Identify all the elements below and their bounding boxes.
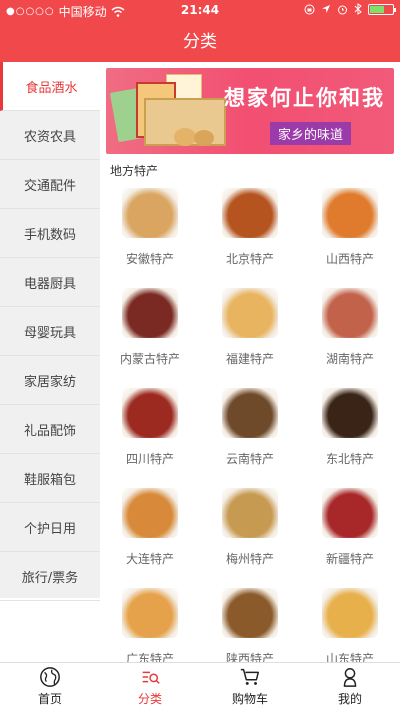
product-image xyxy=(122,388,178,438)
status-bar: ●○○○○ 中国移动 21:44 xyxy=(0,0,400,22)
sidebar-item[interactable]: 旅行/票务 xyxy=(0,552,100,601)
tab-label: 分类 xyxy=(137,692,162,706)
product-label: 新疆特产 xyxy=(325,552,374,566)
tab-label: 我的 xyxy=(337,692,362,706)
product-image xyxy=(222,388,278,438)
rotation-lock-icon xyxy=(304,4,315,14)
promo-banner[interactable]: 想家何止你和我 家乡的味道 xyxy=(106,68,394,154)
product-label: 山西特产 xyxy=(325,252,374,266)
product-tile[interactable]: 山东特产 xyxy=(300,580,400,662)
product-image xyxy=(322,488,378,538)
product-tile[interactable]: 福建特产 xyxy=(200,280,300,380)
product-image xyxy=(322,188,378,238)
product-tile[interactable]: 四川特产 xyxy=(100,380,200,480)
sidebar-item[interactable]: 家居家纺 xyxy=(0,356,100,405)
banner-pastry-image xyxy=(194,130,214,146)
sidebar-item[interactable]: 电器厨具 xyxy=(0,258,100,307)
product-label: 陕西特产 xyxy=(225,652,274,662)
product-image xyxy=(222,488,278,538)
tab-cart[interactable]: 购物车 xyxy=(200,663,300,710)
section-title: 地方特产 xyxy=(110,164,159,178)
product-image xyxy=(122,188,178,238)
banner-tag: 家乡的味道 xyxy=(270,122,352,145)
product-label: 广东特产 xyxy=(125,652,174,662)
product-tile[interactable]: 梅州特产 xyxy=(200,480,300,580)
product-label: 四川特产 xyxy=(125,452,174,466)
category-content: 想家何止你和我 家乡的味道 地方特产 安徽特产 北京特产 山西特产内蒙古特产 福建特产… xyxy=(100,62,400,662)
product-label: 内蒙古特产 xyxy=(119,352,180,366)
sidebar-item[interactable]: 农资农具 xyxy=(0,111,100,160)
product-label: 北京特产 xyxy=(225,252,274,266)
sidebar-item[interactable]: 母婴玩具 xyxy=(0,307,100,356)
sidebar-item[interactable]: 食品酒水 xyxy=(0,62,100,111)
product-tile[interactable]: 广东特产 xyxy=(100,580,200,662)
product-tile[interactable]: 安徽特产 xyxy=(100,180,200,280)
cart-icon xyxy=(240,668,259,685)
tab-category[interactable]: 分类 xyxy=(100,663,200,710)
category-search-icon xyxy=(142,671,160,684)
alarm-icon xyxy=(338,5,347,14)
product-image xyxy=(122,588,178,638)
person-icon xyxy=(343,668,357,687)
category-sidebar: 食品酒水 农资农具 交通配件 手机数码 电器厨具 母婴玩具 家居家纺 礼品配饰 鞋服箱包 个护日用… xyxy=(0,62,100,601)
banner-pastry-image xyxy=(174,128,196,146)
product-image xyxy=(322,288,378,338)
product-image xyxy=(122,488,178,538)
product-label: 安徽特产 xyxy=(125,252,174,266)
product-label: 山东特产 xyxy=(325,652,374,662)
product-image xyxy=(222,188,278,238)
product-tile[interactable]: 新疆特产 xyxy=(300,480,400,580)
product-tile[interactable]: 湖南特产 xyxy=(300,280,400,380)
battery-icon xyxy=(368,3,396,15)
sidebar-item[interactable]: 交通配件 xyxy=(0,160,100,209)
product-tile[interactable]: 内蒙古特产 xyxy=(100,280,200,380)
tab-bar: 首页 分类 购物车 我的 xyxy=(0,662,400,710)
nav-bar: 分类 xyxy=(0,22,400,62)
product-label: 云南特产 xyxy=(225,452,274,466)
banner-title: 想家何止你和我 xyxy=(224,86,385,110)
tab-profile[interactable]: 我的 xyxy=(300,663,400,710)
status-right xyxy=(304,3,396,15)
product-label: 福建特产 xyxy=(225,352,274,366)
page-title: 分类 xyxy=(183,32,217,52)
product-image xyxy=(122,288,178,338)
sidebar-item[interactable]: 个护日用 xyxy=(0,503,100,552)
tab-label: 购物车 xyxy=(231,692,268,706)
sidebar-item[interactable]: 手机数码 xyxy=(0,209,100,258)
location-icon xyxy=(322,5,330,13)
product-tile[interactable]: 北京特产 xyxy=(200,180,300,280)
product-label: 大连特产 xyxy=(125,552,174,566)
tab-home[interactable]: 首页 xyxy=(0,663,100,710)
product-tile[interactable]: 云南特产 xyxy=(200,380,300,480)
tab-label: 首页 xyxy=(37,692,62,706)
product-tile[interactable]: 东北特产 xyxy=(300,380,400,480)
product-label: 梅州特产 xyxy=(225,552,274,566)
product-image xyxy=(322,588,378,638)
product-image xyxy=(222,288,278,338)
bluetooth-icon xyxy=(354,3,362,15)
product-label: 东北特产 xyxy=(325,452,374,466)
product-image xyxy=(322,388,378,438)
product-tile[interactable]: 大连特产 xyxy=(100,480,200,580)
product-tile[interactable]: 山西特产 xyxy=(300,180,400,280)
product-tile[interactable]: 陕西特产 xyxy=(200,580,300,662)
sidebar-item[interactable]: 礼品配饰 xyxy=(0,405,100,454)
product-image xyxy=(222,588,278,638)
product-label: 湖南特产 xyxy=(325,352,374,366)
sidebar-item[interactable]: 鞋服箱包 xyxy=(0,454,100,503)
globe-icon xyxy=(40,667,60,687)
